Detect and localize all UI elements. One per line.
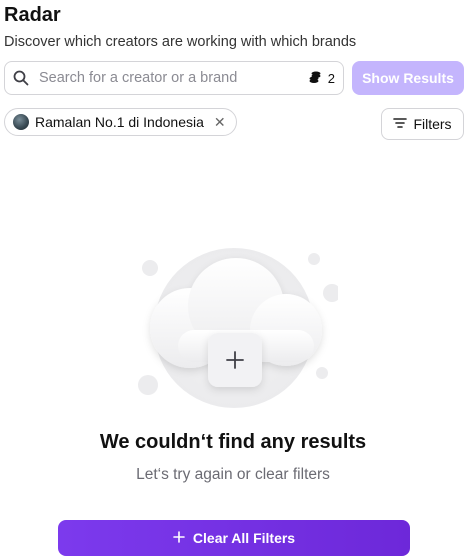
active-filter-chip: Ramalan No.1 di Indonesia ✕ xyxy=(4,108,237,136)
show-results-button[interactable]: Show Results xyxy=(352,61,464,95)
search-credits: 2 xyxy=(308,70,335,87)
page-title: Radar xyxy=(4,4,61,26)
empty-state-subtitle: Let‘s try again or clear filters xyxy=(136,466,330,483)
empty-state-title: We couldn‘t find any results xyxy=(99,431,367,453)
cloud-plus-icon xyxy=(138,238,341,418)
clear-all-filters-button[interactable]: Clear All Filters xyxy=(58,520,410,556)
credits-count: 2 xyxy=(327,70,335,86)
filter-chip-label: Ramalan No.1 di Indonesia xyxy=(35,114,204,130)
coins-icon xyxy=(308,70,322,87)
search-input[interactable] xyxy=(39,70,308,86)
search-bar[interactable]: 2 xyxy=(4,61,344,95)
radar-page: Radar Discover which creators are workin… xyxy=(0,0,466,557)
close-icon[interactable]: ✕ xyxy=(214,114,226,131)
creator-avatar xyxy=(13,114,29,130)
filter-lines-icon xyxy=(393,116,408,132)
filters-button[interactable]: Filters xyxy=(381,108,464,140)
page-subtitle: Discover which creators are working with… xyxy=(4,34,357,50)
plus-icon xyxy=(173,530,185,546)
clear-all-filters-label: Clear All Filters xyxy=(192,530,296,546)
search-icon xyxy=(13,69,31,87)
filters-button-label: Filters xyxy=(413,116,452,132)
